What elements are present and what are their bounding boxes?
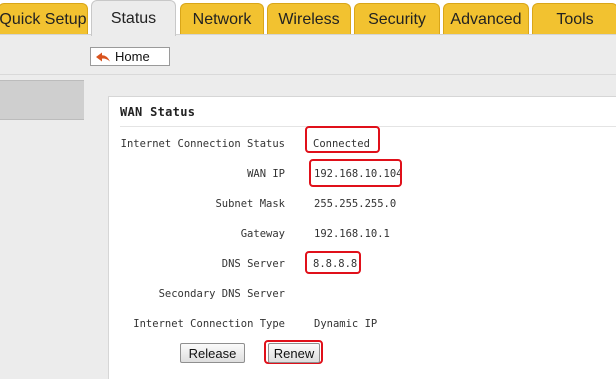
value-gateway: 192.168.10.1 xyxy=(314,228,390,240)
tab-tools[interactable]: Tools xyxy=(532,3,616,35)
sidebar-divider xyxy=(0,74,84,75)
tab-security[interactable]: Security xyxy=(354,3,440,35)
home-label: Home xyxy=(115,49,150,64)
highlight-wan-ip xyxy=(309,159,402,187)
top-navigation-tabs: Quick Setup Status Network Wireless Secu… xyxy=(0,0,616,36)
panel-title: WAN Status xyxy=(120,105,196,119)
tab-wireless[interactable]: Wireless xyxy=(267,3,351,35)
tab-status[interactable]: Status xyxy=(91,0,176,36)
breadcrumb-divider xyxy=(84,74,616,75)
value-internet-connection-type: Dynamic IP xyxy=(314,318,378,330)
label-wan-ip: WAN IP xyxy=(247,168,285,180)
tab-quick-setup[interactable]: Quick Setup xyxy=(0,3,88,35)
label-gateway: Gateway xyxy=(240,228,285,240)
label-secondary-dns-server: Secondary DNS Server xyxy=(158,288,285,300)
label-internet-connection-status: Internet Connection Status xyxy=(120,138,285,150)
tab-advanced[interactable]: Advanced xyxy=(443,3,529,35)
label-internet-connection-type: Internet Connection Type xyxy=(133,318,285,330)
label-dns-server: DNS Server xyxy=(221,258,285,270)
highlight-connected xyxy=(305,126,380,153)
release-button[interactable]: Release xyxy=(180,343,245,363)
value-subnet-mask: 255.255.255.0 xyxy=(314,198,397,210)
sidebar-selected-item[interactable] xyxy=(0,80,84,120)
highlight-dns-server xyxy=(305,251,361,274)
label-subnet-mask: Subnet Mask xyxy=(215,198,285,210)
home-breadcrumb-button[interactable]: Home xyxy=(90,47,170,66)
tab-network[interactable]: Network xyxy=(180,3,264,35)
home-arrow-icon xyxy=(96,52,110,61)
renew-button[interactable]: Renew xyxy=(268,343,320,363)
